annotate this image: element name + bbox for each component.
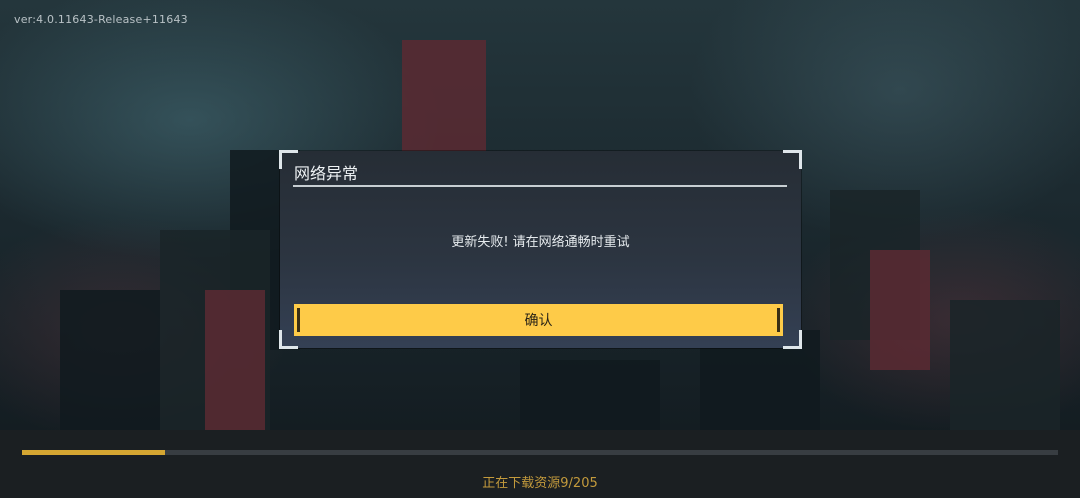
download-progress-bar (22, 450, 1058, 455)
version-label: ver:4.0.11643-Release+11643 (14, 13, 188, 26)
download-status-text: 正在下载资源9/205 (482, 476, 598, 491)
title-divider (293, 185, 787, 187)
background-building (950, 300, 1060, 430)
dialog-message: 更新失败! 请在网络通畅时重试 (451, 235, 630, 250)
button-edge-mark (297, 308, 300, 332)
button-edge-mark (777, 308, 780, 332)
dialog-corner-bracket (783, 330, 802, 349)
background-building (520, 360, 660, 430)
confirm-button[interactable]: 确认 (294, 304, 783, 336)
background-building (60, 290, 160, 430)
confirm-button-label: 确认 (524, 313, 553, 329)
dialog-corner-bracket (783, 150, 802, 169)
download-progress-fill (22, 450, 165, 455)
background-building (870, 250, 930, 370)
loading-footer: 正在下载资源9/205 (0, 430, 1080, 498)
dialog-title: 网络异常 (294, 164, 359, 183)
background-building (205, 290, 265, 430)
network-error-dialog: 网络异常 更新失败! 请在网络通畅时重试 确认 (279, 150, 802, 349)
